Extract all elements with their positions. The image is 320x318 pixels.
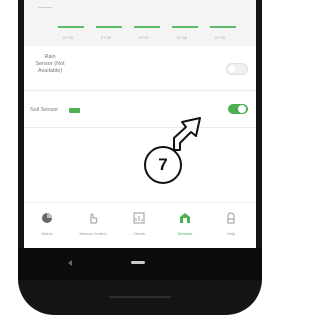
help-icon: [227, 212, 235, 224]
rain-sensor-label-line: Available): [37, 68, 63, 74]
system-nav-bar: [18, 248, 262, 280]
chart-line-segment: [96, 26, 122, 28]
nav-item-sensors[interactable]: Sensors: [162, 203, 208, 248]
chart-tick-label: 07:37: [138, 35, 149, 40]
hand-icon: [90, 213, 98, 224]
nav-label: Sensors: [177, 231, 193, 236]
bottom-nav: Status Manual Control Charts Sensors Hel…: [24, 202, 256, 248]
nav-item-manual-control[interactable]: Manual Control: [70, 203, 116, 248]
back-icon[interactable]: [68, 260, 72, 266]
rain-sensor-toggle[interactable]: [226, 63, 248, 75]
chart-icon: [133, 212, 145, 224]
chart-line-segment: [172, 26, 198, 28]
chart-line-segment: [134, 26, 160, 28]
soil-sensor-toggle[interactable]: [228, 104, 248, 114]
phone-frame: 07:30 07:35 07:37 07:38 07:39 Rain Senso…: [18, 0, 262, 315]
chart-line-segment: [58, 26, 84, 28]
rain-sensor-label-line: Sensor (Not: [35, 61, 65, 67]
chart-tick-label: 07:30: [62, 35, 73, 40]
chart-tick-label: 07:39: [214, 35, 225, 40]
nav-item-charts[interactable]: Charts: [116, 203, 162, 248]
nav-item-status[interactable]: Status: [24, 203, 70, 248]
chart-series-line: [52, 26, 256, 28]
soil-sensor-row: Soil Sensor: [24, 91, 256, 128]
toggle-knob: [228, 65, 236, 73]
rain-sensor-label-line: Rain: [44, 54, 56, 60]
nav-label: Manual Control: [79, 231, 107, 236]
speaker-grille: [109, 296, 171, 298]
chart-tick-label: 07:38: [176, 35, 187, 40]
step-number-badge: 7: [144, 146, 182, 184]
nav-item-help[interactable]: Help: [208, 203, 254, 248]
nav-label: Status: [41, 231, 53, 236]
app-screen: 07:30 07:35 07:37 07:38 07:39 Rain Senso…: [24, 0, 256, 248]
rain-sensor-label: Rain Sensor (Not Available): [24, 54, 76, 75]
chart-axis-marker: [38, 7, 52, 8]
nav-label: Charts: [133, 231, 145, 236]
chart-tick-label: 07:35: [100, 35, 111, 40]
status-icon: [42, 213, 52, 223]
soil-sensor-label: Soil Sensor: [30, 107, 59, 113]
chart-line-segment: [210, 26, 236, 28]
nav-label: Help: [226, 231, 236, 236]
sensor-chart: 07:30 07:35 07:37 07:38 07:39: [24, 0, 256, 47]
soil-sensor-battery-icon: [69, 108, 80, 113]
toggle-knob: [238, 105, 246, 113]
home-icon[interactable]: [131, 261, 145, 264]
annotation-arrow-icon: [173, 117, 201, 151]
sensor-icon: [180, 213, 190, 223]
rain-sensor-row: Rain Sensor (Not Available): [24, 46, 256, 91]
